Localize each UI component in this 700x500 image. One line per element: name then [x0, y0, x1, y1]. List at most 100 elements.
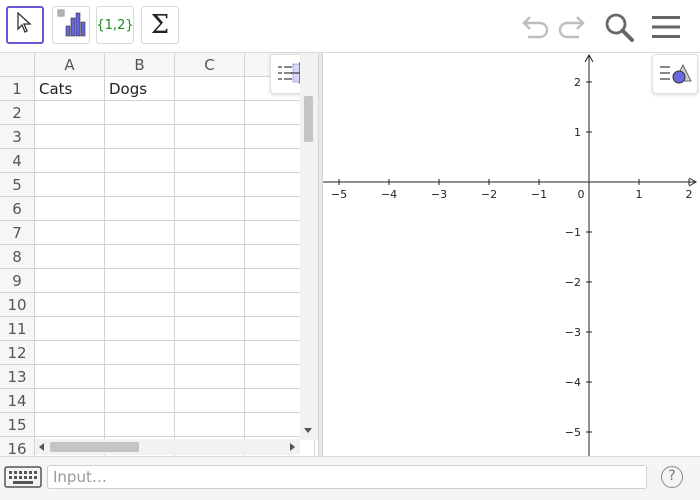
- cell-c1[interactable]: [175, 77, 245, 101]
- cell-c10[interactable]: [175, 293, 245, 317]
- row-header-2[interactable]: 2: [0, 101, 35, 125]
- y-tick-label: −5: [565, 426, 581, 439]
- y-tick-label: 2: [574, 76, 581, 89]
- x-tick-label: −2: [481, 188, 497, 201]
- row-header-11[interactable]: 11: [0, 317, 35, 341]
- y-tick-label: −2: [565, 276, 581, 289]
- move-tool-button[interactable]: [6, 6, 44, 44]
- cell-a7[interactable]: [35, 221, 105, 245]
- column-header-a[interactable]: A: [35, 53, 105, 77]
- row-header-6[interactable]: 6: [0, 197, 35, 221]
- cell-b8[interactable]: [105, 245, 175, 269]
- undo-icon[interactable]: [519, 12, 551, 42]
- cell-c12[interactable]: [175, 341, 245, 365]
- x-tick-label: 1: [636, 188, 643, 201]
- sum-tool-button[interactable]: Σ: [141, 6, 179, 44]
- cell-a2[interactable]: [35, 101, 105, 125]
- help-icon[interactable]: ?: [661, 466, 683, 488]
- cell-b5[interactable]: [105, 173, 175, 197]
- row-header-9[interactable]: 9: [0, 269, 35, 293]
- histogram-tool-button[interactable]: [52, 6, 90, 44]
- cell-a5[interactable]: [35, 173, 105, 197]
- row-header-1[interactable]: 1: [0, 77, 35, 101]
- cell-a14[interactable]: [35, 389, 105, 413]
- scroll-right-arrow-icon[interactable]: [290, 443, 295, 451]
- cell-a4[interactable]: [35, 149, 105, 173]
- spreadsheet-view: A B C 1 Cats Dogs 2 3 4 5 6 7 8 9 10 11 12 13 14 15 16: [0, 53, 318, 456]
- row-header-14[interactable]: 14: [0, 389, 35, 413]
- redo-icon[interactable]: [556, 12, 588, 42]
- cell-c3[interactable]: [175, 125, 245, 149]
- row-header-15[interactable]: 15: [0, 413, 35, 437]
- cell-c7[interactable]: [175, 221, 245, 245]
- cell-c14[interactable]: [175, 389, 245, 413]
- cell-c5[interactable]: [175, 173, 245, 197]
- x-tick-label: 2: [686, 188, 693, 201]
- cell-a10[interactable]: [35, 293, 105, 317]
- row-header-5[interactable]: 5: [0, 173, 35, 197]
- cell-b15[interactable]: [105, 413, 175, 437]
- cell-b12[interactable]: [105, 341, 175, 365]
- search-icon[interactable]: [602, 10, 636, 44]
- cell-b10[interactable]: [105, 293, 175, 317]
- cell-a1[interactable]: Cats: [35, 77, 105, 101]
- cell-c15[interactable]: [175, 413, 245, 437]
- row-header-8[interactable]: 8: [0, 245, 35, 269]
- row-header-4[interactable]: 4: [0, 149, 35, 173]
- menu-icon[interactable]: [650, 12, 682, 42]
- cell-a11[interactable]: [35, 317, 105, 341]
- list-icon: {1,2}: [96, 17, 134, 33]
- cell-a6[interactable]: [35, 197, 105, 221]
- graphics-style-bar-button[interactable]: [652, 54, 698, 94]
- cell-a3[interactable]: [35, 125, 105, 149]
- cell-a8[interactable]: [35, 245, 105, 269]
- row-header-12[interactable]: 12: [0, 341, 35, 365]
- cell-a9[interactable]: [35, 269, 105, 293]
- row-header-7[interactable]: 7: [0, 221, 35, 245]
- x-tick-label: −4: [381, 188, 397, 201]
- cell-b7[interactable]: [105, 221, 175, 245]
- horizontal-scrollbar-thumb[interactable]: [50, 442, 139, 452]
- scroll-left-arrow-icon[interactable]: [39, 443, 44, 451]
- cell-c4[interactable]: [175, 149, 245, 173]
- list-tool-button[interactable]: {1,2}: [96, 6, 134, 44]
- cell-a15[interactable]: [35, 413, 105, 437]
- vertical-scrollbar-thumb[interactable]: [304, 96, 313, 142]
- cell-b13[interactable]: [105, 365, 175, 389]
- y-tick-label: 1: [574, 126, 581, 139]
- cell-b4[interactable]: [105, 149, 175, 173]
- cell-a12[interactable]: [35, 341, 105, 365]
- cell-b2[interactable]: [105, 101, 175, 125]
- y-tick-label: −1: [565, 226, 581, 239]
- sigma-icon: Σ: [150, 10, 170, 40]
- column-header-c[interactable]: C: [175, 53, 245, 77]
- keyboard-icon[interactable]: [2, 462, 44, 492]
- cell-b1[interactable]: Dogs: [105, 77, 175, 101]
- row-header-10[interactable]: 10: [0, 293, 35, 317]
- bar-chart-icon: [56, 8, 86, 42]
- algebra-input-field[interactable]: [47, 465, 647, 489]
- cell-c6[interactable]: [175, 197, 245, 221]
- sheet-corner: [0, 53, 35, 77]
- cell-c8[interactable]: [175, 245, 245, 269]
- row-header-16[interactable]: 16: [0, 437, 35, 456]
- cell-b9[interactable]: [105, 269, 175, 293]
- row-header-3[interactable]: 3: [0, 125, 35, 149]
- scroll-down-arrow-icon[interactable]: [304, 428, 312, 433]
- cell-a13[interactable]: [35, 365, 105, 389]
- cell-c2[interactable]: [175, 101, 245, 125]
- graphics-view[interactable]: −5 −4 −3 −2 −1 0 1 2 2 1 −1 −2 −3 −4 −5: [323, 53, 700, 456]
- cell-c13[interactable]: [175, 365, 245, 389]
- row-header-13[interactable]: 13: [0, 365, 35, 389]
- x-tick-label: −3: [431, 188, 447, 201]
- column-header-b[interactable]: B: [105, 53, 175, 77]
- cell-b11[interactable]: [105, 317, 175, 341]
- cell-c11[interactable]: [175, 317, 245, 341]
- cell-b3[interactable]: [105, 125, 175, 149]
- cursor-arrow-icon: [16, 11, 34, 38]
- x-tick-label: −1: [531, 188, 547, 201]
- cell-b6[interactable]: [105, 197, 175, 221]
- cell-b14[interactable]: [105, 389, 175, 413]
- cell-c9[interactable]: [175, 269, 245, 293]
- y-tick-label: −4: [565, 376, 581, 389]
